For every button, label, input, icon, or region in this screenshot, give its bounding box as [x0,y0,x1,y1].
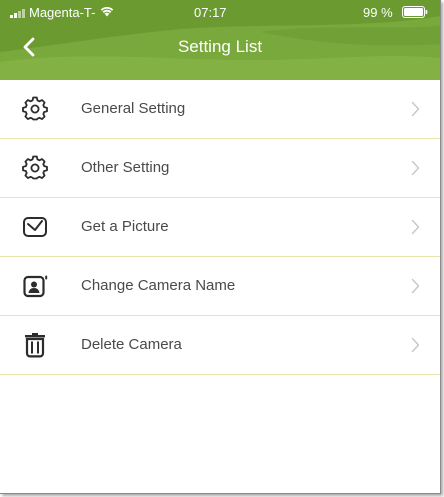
gear-icon [22,155,48,180]
delete-camera-label: Delete Camera [81,336,182,353]
trash-icon [25,333,45,358]
other-setting-label: Other Setting [81,159,170,176]
envelope-icon [23,217,47,237]
app-screen: Magenta-T- 07:17 99 % Setting List Gener… [0,0,441,494]
battery-icon [402,6,428,18]
other-setting-row[interactable]: Other Setting [0,139,440,198]
general-setting-row[interactable]: General Setting [0,80,440,139]
chevron-right-icon [411,337,420,353]
battery-percentage: 99 % [363,5,393,20]
change-camera-name-row[interactable]: Change Camera Name [0,257,440,316]
page-title: Setting List [177,37,263,56]
general-setting-label: General Setting [81,100,186,117]
gear-icon [22,96,48,121]
status-time: 07:17 [194,5,227,20]
signal-strength-icon [10,9,25,18]
contact-card-icon [23,275,48,298]
carrier-name: Magenta-T- [29,5,96,20]
chevron-right-icon [411,278,420,294]
change-camera-name-label: Change Camera Name [81,277,236,294]
chevron-right-icon [411,101,420,117]
status-bar: Magenta-T- 07:17 99 % [0,0,440,24]
delete-camera-row[interactable]: Delete Camera [0,316,440,375]
get-a-picture-row[interactable]: Get a Picture [0,198,440,257]
chevron-right-icon [411,219,420,235]
settings-list: General Setting Other Setting Get a Pict… [0,80,440,375]
app-header: Magenta-T- 07:17 99 % Setting List [0,0,440,80]
get-a-picture-label: Get a Picture [81,218,169,235]
chevron-right-icon [411,160,420,176]
wifi-icon [100,6,114,17]
